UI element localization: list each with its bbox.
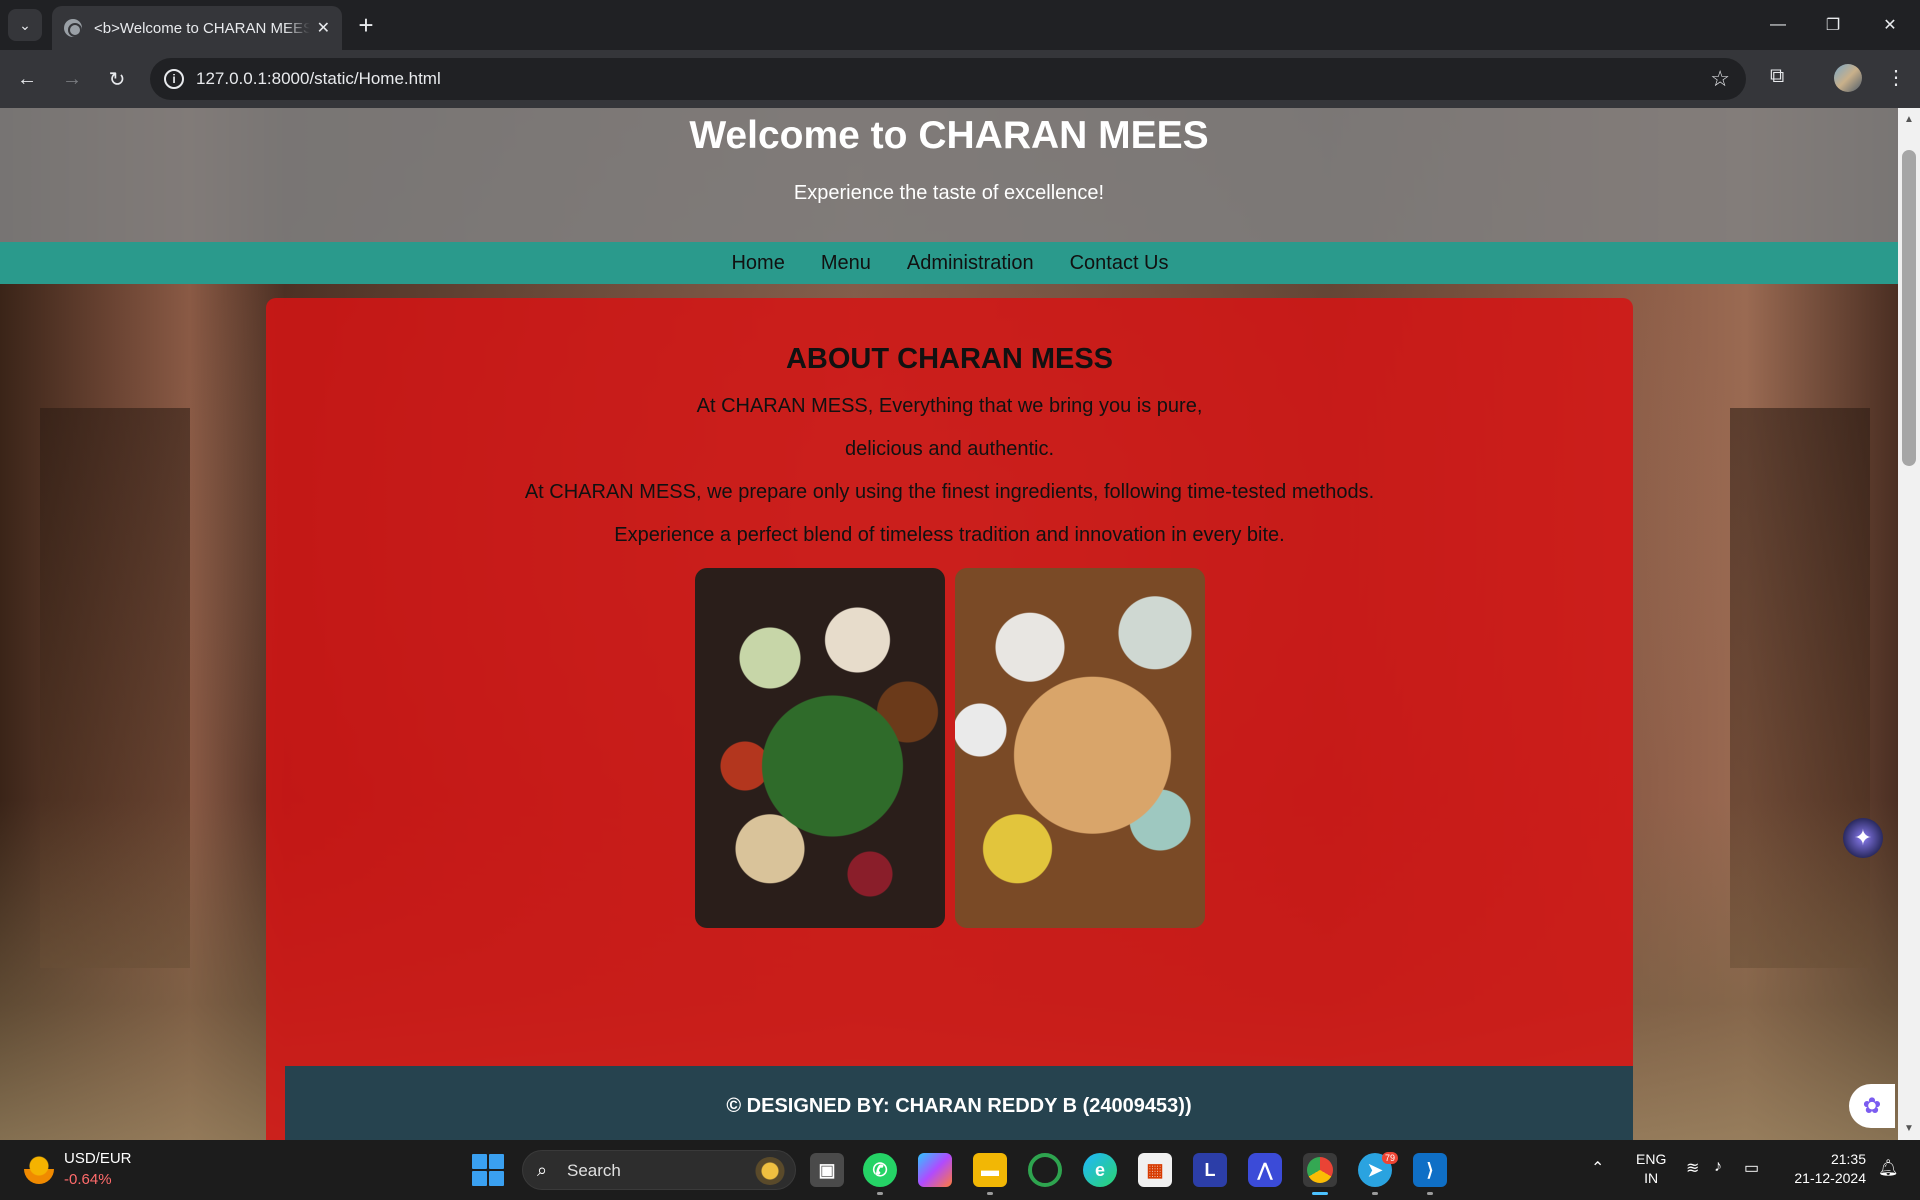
nav-link-menu[interactable]: Menu [821, 252, 871, 275]
clock-date: 21-12-2024 [1794, 1170, 1866, 1186]
about-paragraph: delicious and authentic. [844, 438, 1055, 460]
pizza-spread-photo [954, 568, 1205, 928]
whatsapp-icon[interactable]: ✆ [863, 1153, 897, 1195]
l-app-icon[interactable]: L [1193, 1153, 1227, 1187]
page-viewport: Welcome to CHARAN MEES Experience the ta… [0, 108, 1898, 1140]
nav-link-contact-us[interactable]: Contact Us [1070, 252, 1169, 275]
sparkle-assistant-icon[interactable]: ✦ [1843, 818, 1883, 858]
about-paragraph: Experience a perfect blend of timeless t… [614, 524, 1285, 546]
site-footer: © DESIGNED BY: CHARAN REDDY B (24009453)… [285, 1066, 1633, 1140]
notification-bell-icon[interactable]: 🔔︎ [1878, 1158, 1898, 1178]
scrollbar-thumb[interactable] [1902, 150, 1916, 466]
search-icon: ⌕ [537, 1160, 548, 1180]
bookmark-star-icon[interactable]: ☆ [1710, 66, 1730, 92]
tab-title: <b>Welcome to CHARAN MEES [94, 19, 310, 37]
windows-start-icon[interactable] [472, 1154, 504, 1186]
south-indian-meal-photo [694, 568, 945, 928]
about-paragraph: At CHARAN MESS, Everything that we bring… [696, 395, 1203, 417]
language-indicator[interactable]: ENG IN [1636, 1150, 1666, 1188]
ticker-change: -0.64% [64, 1171, 112, 1188]
file-explorer-icon[interactable]: ▬ [973, 1153, 1007, 1195]
reload-icon[interactable]: ↻ [100, 62, 134, 96]
browser-toolbar: ← → ↻ i 127.0.0.1:8000/static/Home.html … [0, 50, 1920, 108]
clock-time: 21:35 [1830, 1151, 1866, 1167]
clock[interactable]: 21:35 21-12-2024 [1784, 1150, 1866, 1188]
menu-kebab-icon[interactable]: ⋮ [1886, 65, 1906, 90]
forward-arrow-icon[interactable]: → [55, 62, 89, 96]
spinner-app-icon[interactable] [1028, 1153, 1062, 1187]
vscode-icon[interactable]: ⟩ [1413, 1153, 1447, 1195]
windows-taskbar: USD/EUR -0.64% ⌕ Search ▣ ✆ ▬ e ▦ L ⋀ ➤ … [0, 1140, 1920, 1200]
store-icon[interactable]: ▦ [1138, 1153, 1172, 1187]
nav-link-administration[interactable]: Administration [907, 252, 1034, 275]
telegram-badge: 79 [1382, 1152, 1399, 1164]
tagline: Experience the taste of excellence! [793, 182, 1105, 204]
nav-link-home[interactable]: Home [731, 252, 784, 275]
close-window-button[interactable]: ✕ [1870, 8, 1910, 42]
battery-icon[interactable]: ▭ [1744, 1158, 1759, 1178]
lang-line: ENG [1636, 1151, 1667, 1167]
page-title: Welcome to CHARAN MEES [689, 114, 1209, 157]
browser-tab-strip: ⌄ <b>Welcome to CHARAN MEES ✕ + — ❐ ✕ [0, 0, 1920, 50]
about-heading: ABOUT CHARAN MESS [785, 343, 1114, 375]
site-info-icon[interactable]: i [164, 69, 184, 89]
copilot-icon[interactable] [918, 1153, 952, 1187]
minimize-button[interactable]: — [1758, 8, 1798, 42]
edge-icon[interactable]: e [1083, 1153, 1117, 1187]
about-section: ABOUT CHARAN MESS At CHARAN MESS, Everyt… [266, 298, 1633, 1140]
search-placeholder: Search [567, 1161, 621, 1180]
profile-avatar[interactable] [1834, 64, 1862, 92]
wifi-icon[interactable]: ≋ [1686, 1158, 1699, 1178]
page-scrollbar[interactable]: ▲ ▼ [1898, 108, 1920, 1140]
new-tab-button[interactable]: + [352, 10, 380, 40]
scroll-down-arrow-icon[interactable]: ▼ [1904, 1123, 1914, 1134]
site-nav: Home Menu Administration Contact Us [0, 242, 1898, 284]
footer-credit: © DESIGNED BY: CHARAN REDDY B (24009453)… [726, 1095, 1192, 1117]
market-widget-icon[interactable] [24, 1154, 54, 1184]
task-view-icon[interactable]: ▣ [810, 1153, 844, 1187]
lang-line: IN [1644, 1170, 1659, 1186]
copilot-sidebar-icon[interactable]: ✿ [1849, 1084, 1895, 1128]
browser-tab[interactable]: <b>Welcome to CHARAN MEES ✕ [52, 6, 342, 50]
arc-app-icon[interactable]: ⋀ [1248, 1153, 1282, 1187]
scroll-up-arrow-icon[interactable]: ▲ [1904, 114, 1914, 125]
tab-close-icon[interactable]: ✕ [317, 18, 330, 38]
extensions-puzzle-icon[interactable]: ⧉ [1770, 65, 1784, 88]
about-paragraph: At CHARAN MESS, we prepare only using th… [524, 481, 1375, 503]
chrome-icon[interactable] [1303, 1153, 1337, 1195]
ticker-pair[interactable]: USD/EUR [64, 1150, 132, 1167]
globe-icon [64, 19, 82, 37]
restore-button[interactable]: ❐ [1813, 8, 1853, 42]
back-arrow-icon[interactable]: ← [10, 62, 44, 96]
food-gallery [266, 568, 1633, 928]
site-header: Welcome to CHARAN MEES Experience the ta… [0, 108, 1898, 242]
volume-icon[interactable]: ♪ [1714, 1158, 1722, 1176]
tab-search-chevron-icon[interactable]: ⌄ [8, 9, 42, 41]
url-text[interactable]: 127.0.0.1:8000/static/Home.html [196, 69, 441, 89]
chevron-up-icon[interactable]: ⌃ [1591, 1158, 1604, 1178]
search-highlight-icon [755, 1157, 785, 1185]
address-bar[interactable]: i 127.0.0.1:8000/static/Home.html ☆ [150, 58, 1746, 100]
taskbar-search[interactable]: ⌕ Search [522, 1150, 796, 1190]
